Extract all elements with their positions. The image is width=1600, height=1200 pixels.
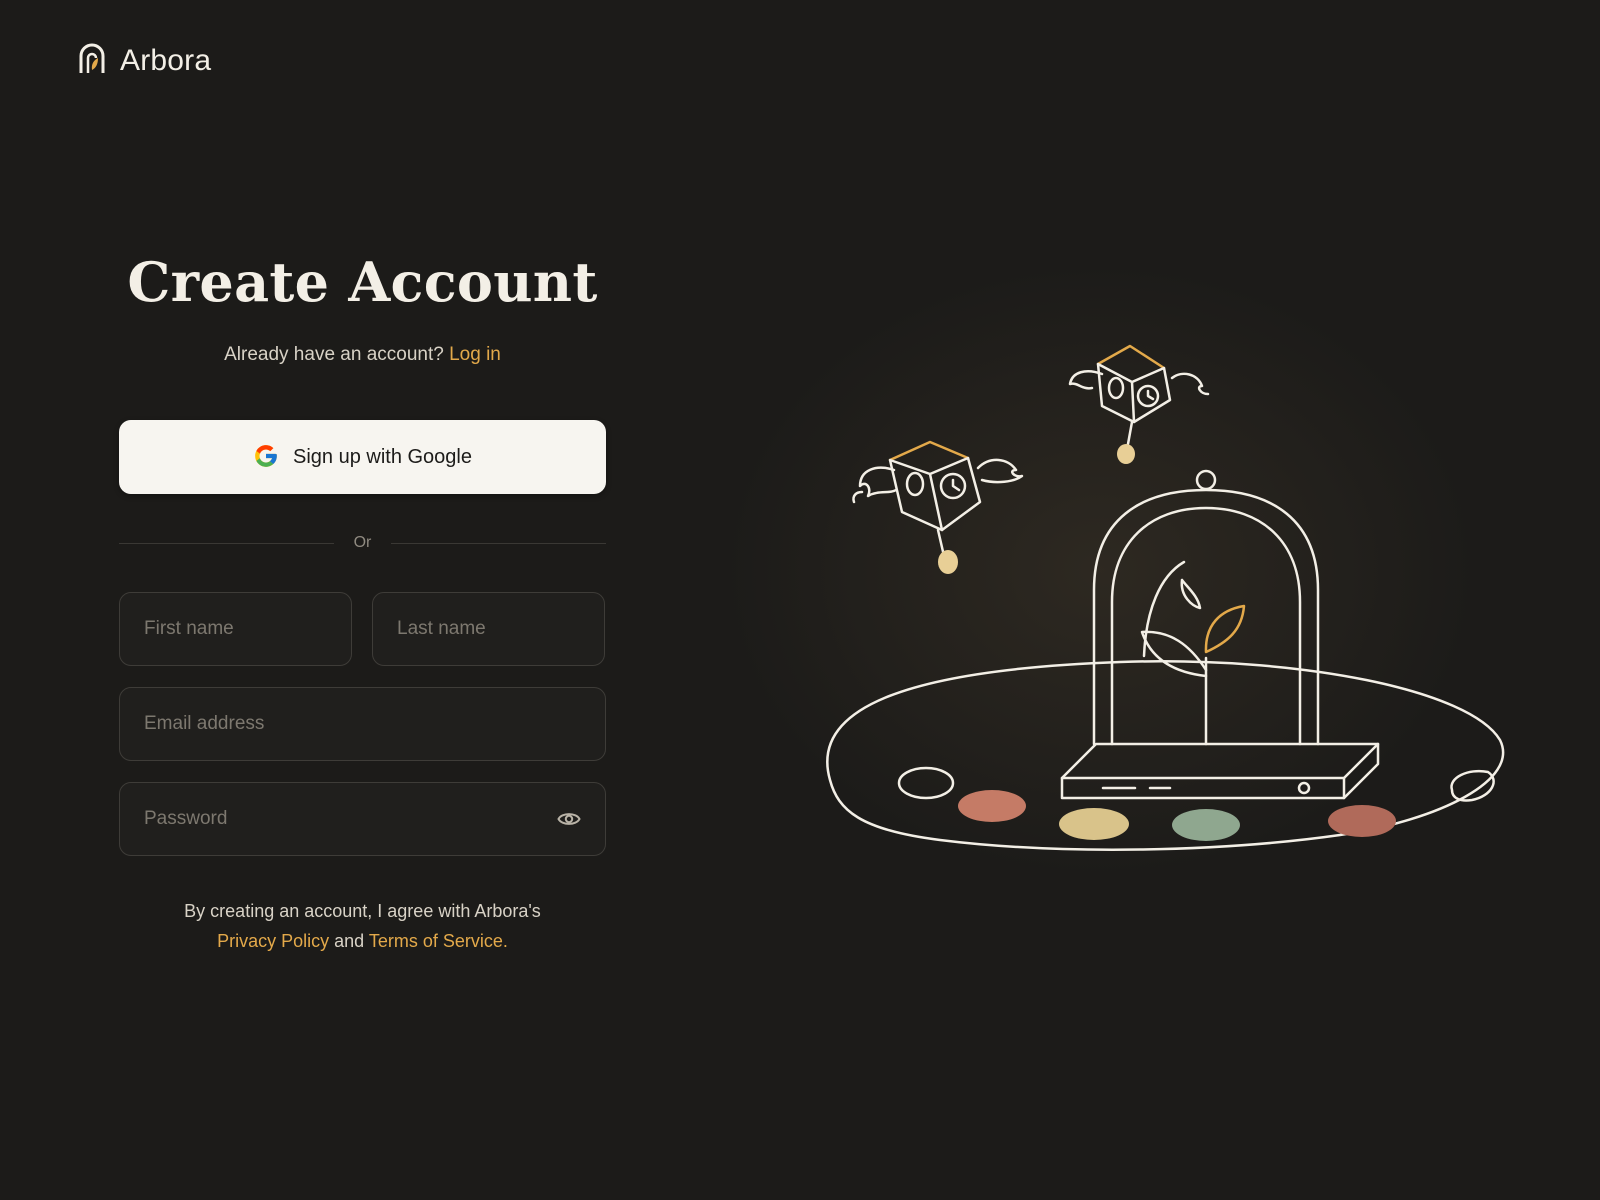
google-icon	[253, 443, 279, 472]
brand-name: Arbora	[120, 43, 212, 77]
sprout	[1140, 560, 1246, 746]
privacy-policy-link[interactable]: Privacy Policy	[217, 931, 329, 951]
island-shape	[826, 660, 1505, 851]
hero-illustration	[820, 340, 1520, 885]
login-prompt-text: Already have an account?	[224, 344, 444, 365]
password-field-box	[119, 782, 606, 856]
brand[interactable]: Arbora	[78, 42, 211, 79]
cube-bot-left	[852, 440, 1024, 574]
page-title: Create Account	[127, 250, 598, 314]
show-password-icon[interactable]	[557, 809, 581, 834]
arch-leaf-logo-icon	[78, 42, 106, 79]
email-input[interactable]	[142, 712, 583, 736]
password-input[interactable]	[142, 807, 583, 831]
terms-prefix: By creating an account, I agree with Arb…	[184, 901, 541, 921]
first-name-input[interactable]	[142, 617, 329, 641]
terms-of-service-link[interactable]: Terms of Service.	[369, 931, 508, 951]
last-name-input[interactable]	[395, 617, 582, 641]
terms-connector: and	[334, 931, 365, 951]
divider-line-left	[119, 542, 334, 544]
terms-links: Privacy Policy and Terms of Service.	[184, 926, 541, 956]
google-signup-button[interactable]: Sign up with Google	[119, 420, 606, 494]
or-divider: Or	[119, 534, 606, 552]
divider-text: Or	[353, 534, 372, 551]
outline-stone	[897, 766, 955, 800]
name-row	[119, 592, 606, 666]
email-field-box	[119, 687, 606, 761]
login-link[interactable]: Log in	[449, 344, 501, 365]
signup-form: Create Account Already have an account? …	[119, 250, 606, 956]
cube-bot-right	[1068, 344, 1210, 464]
first-name-field-box	[119, 592, 352, 666]
divider-line-right	[391, 542, 606, 544]
last-name-field-box	[372, 592, 605, 666]
terms-text: By creating an account, I agree with Arb…	[184, 896, 541, 956]
device-base	[1060, 742, 1380, 800]
google-signup-label: Sign up with Google	[292, 445, 472, 468]
login-prompt: Already have an account? Log in	[224, 344, 501, 366]
